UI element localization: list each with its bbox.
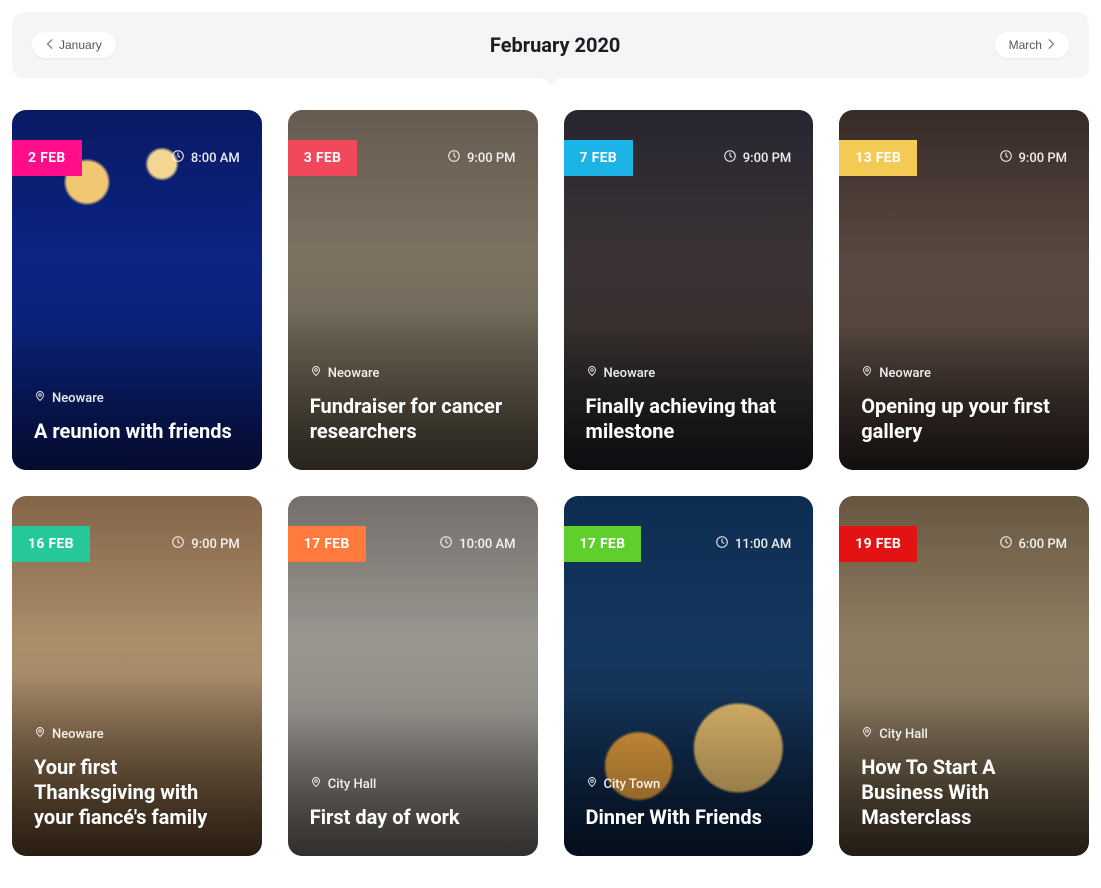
- card-top-row: 17 FEB 11:00 AM: [564, 526, 814, 562]
- card-top-row: 17 FEB 10:00 AM: [288, 526, 538, 562]
- clock-icon: [999, 535, 1013, 553]
- pin-icon: [586, 364, 598, 382]
- event-title: How To Start A Business With Masterclass: [861, 755, 1067, 830]
- event-title: Finally achieving that milestone: [586, 394, 792, 444]
- event-title: Opening up your first gallery: [861, 394, 1067, 444]
- event-location: Neoware: [34, 725, 104, 743]
- event-location: Neoware: [310, 364, 380, 382]
- event-location-text: Neoware: [879, 366, 931, 381]
- chevron-right-icon: [1047, 38, 1055, 52]
- event-card[interactable]: 2 FEB 8:00 AM Neoware A reunion with friend…: [12, 110, 262, 470]
- pin-icon: [310, 364, 322, 382]
- event-card[interactable]: 19 FEB 6:00 PM City Hall How To Start A Bus…: [839, 496, 1089, 856]
- date-tag: 7 FEB: [564, 140, 634, 176]
- clock-icon: [447, 149, 461, 167]
- event-card[interactable]: 7 FEB 9:00 PM Neoware Finally achieving tha…: [564, 110, 814, 470]
- chevron-left-icon: [46, 38, 54, 52]
- pin-icon: [34, 725, 46, 743]
- event-location-text: Neoware: [52, 727, 104, 742]
- events-grid: 2 FEB 8:00 AM Neoware A reunion with friend…: [12, 110, 1089, 856]
- clock-icon: [171, 535, 185, 553]
- event-location: Neoware: [34, 389, 104, 407]
- prev-month-label: January: [59, 38, 102, 52]
- event-location: City Hall: [861, 725, 928, 743]
- date-tag: 17 FEB: [288, 526, 366, 562]
- card-bottom: Neoware A reunion with friends: [34, 388, 240, 444]
- event-time: 9:00 PM: [723, 149, 792, 167]
- pin-icon: [34, 389, 46, 407]
- event-time-text: 9:00 PM: [467, 151, 516, 166]
- pin-icon: [310, 775, 322, 793]
- event-time-text: 9:00 PM: [1019, 151, 1068, 166]
- event-card[interactable]: 3 FEB 9:00 PM Neoware Fundraiser for cancer…: [288, 110, 538, 470]
- card-top-row: 2 FEB 8:00 AM: [12, 140, 262, 176]
- event-time-text: 9:00 PM: [191, 537, 240, 552]
- event-time: 10:00 AM: [439, 535, 515, 553]
- event-title: Dinner With Friends: [586, 805, 792, 830]
- card-top-row: 19 FEB 6:00 PM: [839, 526, 1089, 562]
- event-card[interactable]: 16 FEB 9:00 PM Neoware Your first Thanksgiv…: [12, 496, 262, 856]
- event-time: 11:00 AM: [715, 535, 791, 553]
- clock-icon: [171, 149, 185, 167]
- card-bottom: Neoware Finally achieving that milestone: [586, 363, 792, 444]
- event-time-text: 11:00 AM: [735, 537, 791, 552]
- clock-icon: [439, 535, 453, 553]
- event-time-text: 9:00 PM: [743, 151, 792, 166]
- event-title: Fundraiser for cancer researchers: [310, 394, 516, 444]
- month-title: February 2020: [490, 33, 621, 57]
- event-location: City Town: [586, 775, 661, 793]
- event-location-text: City Hall: [879, 727, 928, 742]
- date-tag: 3 FEB: [288, 140, 358, 176]
- clock-icon: [723, 149, 737, 167]
- event-time-text: 10:00 AM: [459, 537, 515, 552]
- date-tag: 2 FEB: [12, 140, 82, 176]
- card-bottom: Neoware Fundraiser for cancer researchers: [310, 363, 516, 444]
- card-top-row: 3 FEB 9:00 PM: [288, 140, 538, 176]
- card-top-row: 16 FEB 9:00 PM: [12, 526, 262, 562]
- date-tag: 13 FEB: [839, 140, 917, 176]
- event-card[interactable]: 17 FEB 11:00 AM City Town Dinner With Frien…: [564, 496, 814, 856]
- card-bottom: Neoware Opening up your first gallery: [861, 363, 1067, 444]
- date-tag: 17 FEB: [564, 526, 642, 562]
- event-location: Neoware: [586, 364, 656, 382]
- event-location: Neoware: [861, 364, 931, 382]
- event-time: 9:00 PM: [999, 149, 1068, 167]
- card-bottom: City Hall How To Start A Business With Ma…: [861, 724, 1067, 830]
- event-time-text: 8:00 AM: [191, 151, 240, 166]
- prev-month-button[interactable]: January: [32, 32, 116, 58]
- event-time: 8:00 AM: [171, 149, 240, 167]
- pin-icon: [861, 725, 873, 743]
- card-bottom: City Hall First day of work: [310, 774, 516, 830]
- pin-icon: [586, 775, 598, 793]
- card-top-row: 7 FEB 9:00 PM: [564, 140, 814, 176]
- event-time: 6:00 PM: [999, 535, 1068, 553]
- pin-icon: [861, 364, 873, 382]
- event-title: First day of work: [310, 805, 516, 830]
- event-location-text: City Hall: [328, 777, 377, 792]
- event-card[interactable]: 13 FEB 9:00 PM Neoware Opening up your firs…: [839, 110, 1089, 470]
- event-location-text: Neoware: [328, 366, 380, 381]
- card-bottom: City Town Dinner With Friends: [586, 774, 792, 830]
- date-tag: 19 FEB: [839, 526, 917, 562]
- event-location-text: City Town: [604, 777, 661, 792]
- event-title: Your first Thanksgiving with your fiancé…: [34, 755, 240, 830]
- event-location-text: Neoware: [604, 366, 656, 381]
- clock-icon: [715, 535, 729, 553]
- clock-icon: [999, 149, 1013, 167]
- month-header: January February 2020 March: [12, 12, 1089, 78]
- date-tag: 16 FEB: [12, 526, 90, 562]
- event-location: City Hall: [310, 775, 377, 793]
- event-title: A reunion with friends: [34, 419, 240, 444]
- event-location-text: Neoware: [52, 391, 104, 406]
- next-month-label: March: [1009, 38, 1042, 52]
- card-top-row: 13 FEB 9:00 PM: [839, 140, 1089, 176]
- card-bottom: Neoware Your first Thanksgiving with your…: [34, 724, 240, 830]
- event-time: 9:00 PM: [447, 149, 516, 167]
- event-time-text: 6:00 PM: [1019, 537, 1068, 552]
- event-time: 9:00 PM: [171, 535, 240, 553]
- next-month-button[interactable]: March: [995, 32, 1069, 58]
- event-card[interactable]: 17 FEB 10:00 AM City Hall First day of work: [288, 496, 538, 856]
